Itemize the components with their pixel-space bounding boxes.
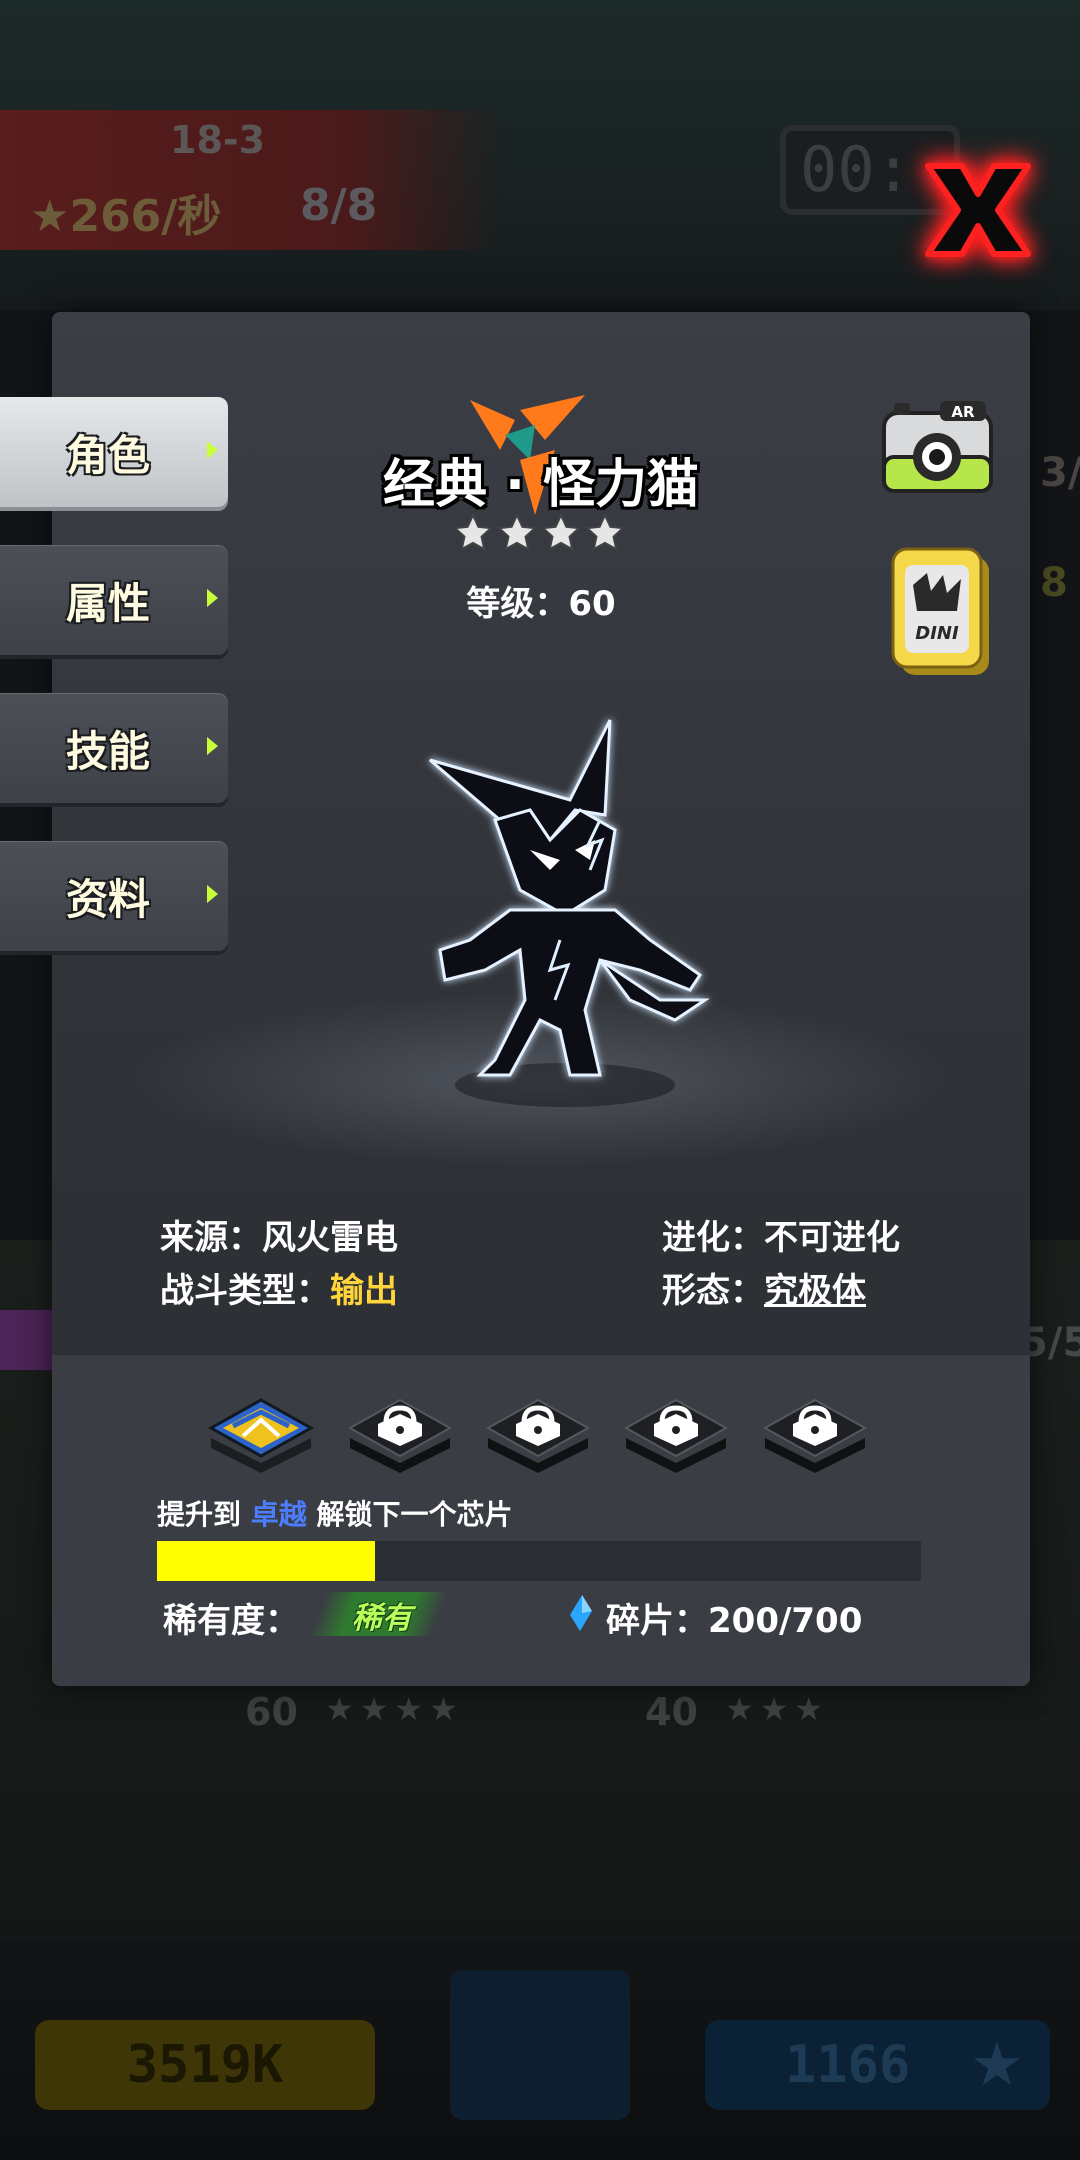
star-rating: [452, 512, 626, 554]
source-label: 来源：: [160, 1218, 262, 1258]
background-gem-star-icon: ★: [970, 2030, 1024, 2100]
star-icon: [585, 513, 625, 551]
star-icon: [453, 513, 493, 551]
background-stage-level: 18-3: [170, 118, 266, 162]
star-icon: [497, 513, 537, 551]
form-label: 形态：: [662, 1271, 764, 1311]
svg-text:AR: AR: [951, 403, 975, 421]
shard-count: 碎片：200/700: [606, 1601, 863, 1641]
tab-profile[interactable]: 资料: [0, 841, 228, 951]
background-income-rate: ★266/秒: [30, 191, 222, 242]
hint-suffix: 解锁下一个芯片: [316, 1498, 513, 1531]
combat-type-label: 战斗类型：: [160, 1271, 330, 1311]
background-level-right: 40: [645, 1690, 698, 1734]
chip-slot-1[interactable]: [203, 1388, 318, 1478]
tab-skills[interactable]: 技能: [0, 693, 228, 803]
close-button[interactable]: [908, 140, 1048, 280]
ar-camera-button[interactable]: AR: [880, 395, 995, 495]
chip-slot-2[interactable]: [342, 1388, 457, 1478]
combat-type-value: 输出: [330, 1271, 398, 1311]
hint-highlight: 卓越: [250, 1498, 307, 1531]
tab-label: 技能: [66, 726, 151, 776]
form-value[interactable]: 究极体: [764, 1271, 866, 1311]
background-side-value-1: 3/3: [1040, 450, 1080, 496]
source-value: 风火雷电: [262, 1218, 398, 1258]
background-income-rate-value: 266/秒: [69, 191, 222, 242]
shard-icon: [570, 1595, 592, 1631]
chip-slot-3[interactable]: [480, 1388, 595, 1478]
tab-label: 资料: [66, 874, 151, 924]
tab-arrow-icon: [207, 885, 218, 903]
evolution-info: 进化：不可进化: [662, 1210, 900, 1259]
background-purple-badge: [0, 1310, 60, 1370]
background-unit-count: 8/8: [300, 180, 378, 231]
background-gold-counter: 3519K: [35, 2020, 375, 2110]
background-stars-left: ★★★★: [325, 1690, 464, 1728]
chip-slot-4[interactable]: [618, 1388, 733, 1478]
source-info: 来源：风火雷电: [160, 1210, 398, 1259]
chip-unlock-hint: 提升到 卓越 解锁下一个芯片: [157, 1493, 513, 1533]
close-icon: [925, 163, 1031, 257]
chip-icon: [207, 1398, 315, 1473]
ar-camera-icon: AR: [882, 401, 993, 493]
background-side-value-2: 8: [1040, 560, 1068, 606]
background-level-left: 60: [245, 1690, 298, 1734]
hint-prefix: 提升到: [157, 1498, 242, 1531]
tab-arrow-icon: [207, 737, 218, 755]
background-stars-right: ★★★: [725, 1690, 830, 1728]
star-icon: [541, 513, 581, 551]
chip-slot-5[interactable]: [757, 1388, 872, 1478]
rarity-label: 稀有度：: [163, 1601, 299, 1641]
combat-type-info: 战斗类型：输出: [160, 1263, 398, 1312]
character-portrait: [429, 719, 710, 1107]
character-level: 等级：60: [466, 584, 616, 624]
background-shop-cart: [450, 1970, 630, 2120]
dini-card-button[interactable]: DINI: [887, 545, 995, 680]
chip-progress-fill: [157, 1541, 375, 1581]
form-info: 形态：究极体: [662, 1263, 866, 1312]
rarity-value: 稀有: [352, 1601, 412, 1636]
evolution-value: 不可进化: [764, 1218, 900, 1258]
dini-card-icon: DINI: [891, 547, 989, 675]
chip-progress-bar: [157, 1541, 921, 1581]
evolution-label: 进化：: [662, 1218, 764, 1258]
svg-text:DINI: DINI: [915, 623, 959, 644]
